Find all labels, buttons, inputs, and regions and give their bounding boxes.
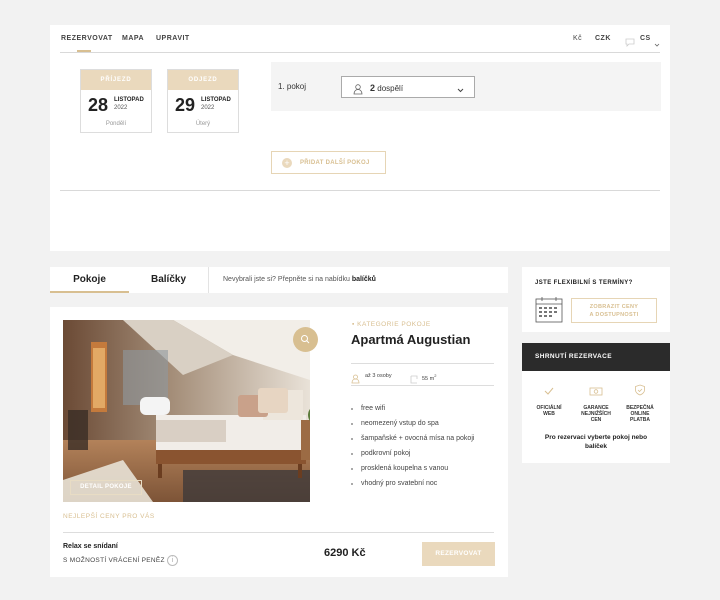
add-room-button[interactable]: + PŘIDAT DALŠÍ POKOJ: [271, 151, 386, 174]
amenity-item: neomezený vstup do spa: [351, 420, 474, 435]
summary-message: Pro rezervaci vyberte pokoj nebo balíček: [544, 434, 648, 450]
amenity-item: podkrovní pokoj: [351, 450, 474, 465]
room-area-unit-sup: 2: [434, 373, 437, 378]
checkout-year: 2022: [201, 105, 215, 111]
reservation-summary: SHRNUTÍ REZERVACE OFICIÁLNÍ WEB GARANCE NE…: [522, 343, 670, 463]
tab-packages[interactable]: Balíčky: [129, 267, 209, 293]
room-card: DETAIL POKOJE ▪ KATEGORIE POKOJE Apartmá…: [50, 307, 508, 577]
checkout-day: 29: [175, 95, 196, 115]
show-prices-line1: ZOBRAZIT CENY: [589, 304, 639, 310]
amenity-item: free wifi: [351, 405, 474, 420]
amenity-item: šampaňské + ovocná mísa na pokoji: [351, 435, 474, 450]
checkout-date-card[interactable]: ODJEZD 29 LISTOPAD 2022 Úterý: [167, 69, 239, 133]
best-prices-label: NEJLEPŠÍ CENY PRO VÁS: [63, 513, 155, 520]
tab-mapa[interactable]: MAPA: [122, 35, 144, 42]
checkin-year: 2022: [114, 105, 128, 111]
language-selector[interactable]: CS: [640, 35, 651, 42]
booking-panel: REZERVOVAT MAPA UPRAVIT Kč CZK CS PŘÍJEZ…: [50, 25, 670, 251]
book-button[interactable]: REZERVOVAT: [422, 542, 495, 566]
guests-select[interactable]: 2 dospělí: [341, 76, 475, 98]
rate-name: Relax se snídaní: [63, 543, 118, 550]
info-icon[interactable]: i: [167, 555, 178, 566]
feature-price-guarantee: GARANCE NEJNIŽŠÍCH CEN: [574, 383, 618, 423]
checkin-weekday: Pondělí: [105, 121, 127, 127]
flexible-dates-panel: JSTE FLEXIBILNÍ S TERMÍNY? ZOBRAZIT CENY…: [522, 267, 670, 332]
check-icon: [543, 383, 555, 400]
room-detail-button[interactable]: DETAIL POKOJE: [70, 480, 142, 495]
room-title: Apartmá Augustian: [351, 332, 471, 347]
checkin-date-card[interactable]: PŘÍJEZD 28 LISTOPAD 2022 Pondělí: [80, 69, 152, 133]
rate-price: 6290 Kč: [324, 547, 366, 559]
tab-rezervovat[interactable]: REZERVOVAT: [61, 35, 113, 42]
checkout-label: ODJEZD: [168, 70, 238, 90]
room-row: 1. pokoj 2 dospělí: [271, 62, 661, 111]
add-room-label: PŘIDAT DALŠÍ POKOJ: [300, 160, 370, 166]
chevron-down-icon[interactable]: [654, 35, 660, 53]
feature-label: WEB: [543, 411, 555, 417]
checkin-day: 28: [88, 95, 109, 115]
room-area-value: 55 m: [422, 375, 435, 382]
room-photo[interactable]: [63, 320, 310, 502]
amenity-item: prosklená koupelna s vanou: [351, 465, 474, 480]
search-icon: [301, 335, 310, 344]
room-occupancy: až 3 osoby: [365, 373, 392, 379]
offer-tabs: Pokoje Balíčky Nevybrali jste si? Přepně…: [50, 267, 508, 293]
feature-official-web: OFICIÁLNÍ WEB: [527, 383, 571, 417]
checkin-label: PŘÍJEZD: [81, 70, 151, 90]
checkin-month: LISTOPAD: [114, 97, 144, 103]
person-icon: [353, 82, 363, 100]
packages-link[interactable]: balíčků: [352, 276, 376, 283]
divider: [60, 190, 660, 191]
currency-symbol[interactable]: Kč: [573, 35, 582, 42]
area-icon: [410, 371, 418, 389]
packages-note: Nevybrali jste si? Přepněte si na nabídk…: [223, 276, 376, 283]
amenity-item: vhodný pro svatební noc: [351, 480, 474, 495]
tab-rooms[interactable]: Pokoje: [50, 267, 129, 293]
person-icon: [351, 371, 360, 389]
packages-note-text: Nevybrali jste si? Přepněte si na nabídk…: [223, 276, 350, 283]
room-label: 1. pokoj: [278, 82, 307, 91]
money-icon: [589, 383, 603, 400]
amenities-list: free wifi neomezený vstup do spa šampaňs…: [351, 405, 474, 495]
zoom-button[interactable]: [293, 327, 318, 352]
feature-label: PLATBA: [630, 417, 650, 423]
bed-icon: ▪: [352, 321, 355, 328]
plus-icon: +: [282, 158, 292, 168]
divider: [351, 385, 494, 386]
chevron-down-icon: [456, 82, 465, 100]
show-prices-button[interactable]: ZOBRAZIT CENY A DOSTUPNOSTI: [571, 298, 657, 323]
divider: [351, 363, 494, 364]
shield-icon: [634, 383, 646, 400]
room-area: 55 m2: [422, 373, 436, 382]
chat-icon[interactable]: [625, 34, 635, 52]
calendar-icon: [535, 296, 563, 328]
flexible-title: JSTE FLEXIBILNÍ S TERMÍNY?: [535, 280, 633, 286]
checkout-weekday: Úterý: [195, 121, 211, 127]
summary-title: SHRNUTÍ REZERVACE: [522, 343, 670, 371]
rate-refund-note: S MOŽNOSTÍ VRÁCENÍ PENĚZ: [63, 557, 165, 564]
tab-upravit[interactable]: UPRAVIT: [156, 35, 190, 42]
guests-unit: dospělí: [377, 84, 404, 93]
show-prices-line2: A DOSTUPNOSTI: [589, 312, 639, 318]
feature-secure-payment: BEZPEČNÁ ONLINE PLATBA: [618, 383, 662, 423]
feature-label: CEN: [590, 417, 602, 423]
room-category-label: KATEGORIE POKOJE: [357, 321, 431, 328]
guests-count: 2: [370, 83, 376, 93]
checkout-month: LISTOPAD: [201, 97, 231, 103]
divider: [60, 52, 660, 53]
currency-selector[interactable]: CZK: [595, 35, 611, 42]
divider: [63, 532, 494, 533]
room-category: ▪ KATEGORIE POKOJE: [352, 321, 431, 328]
